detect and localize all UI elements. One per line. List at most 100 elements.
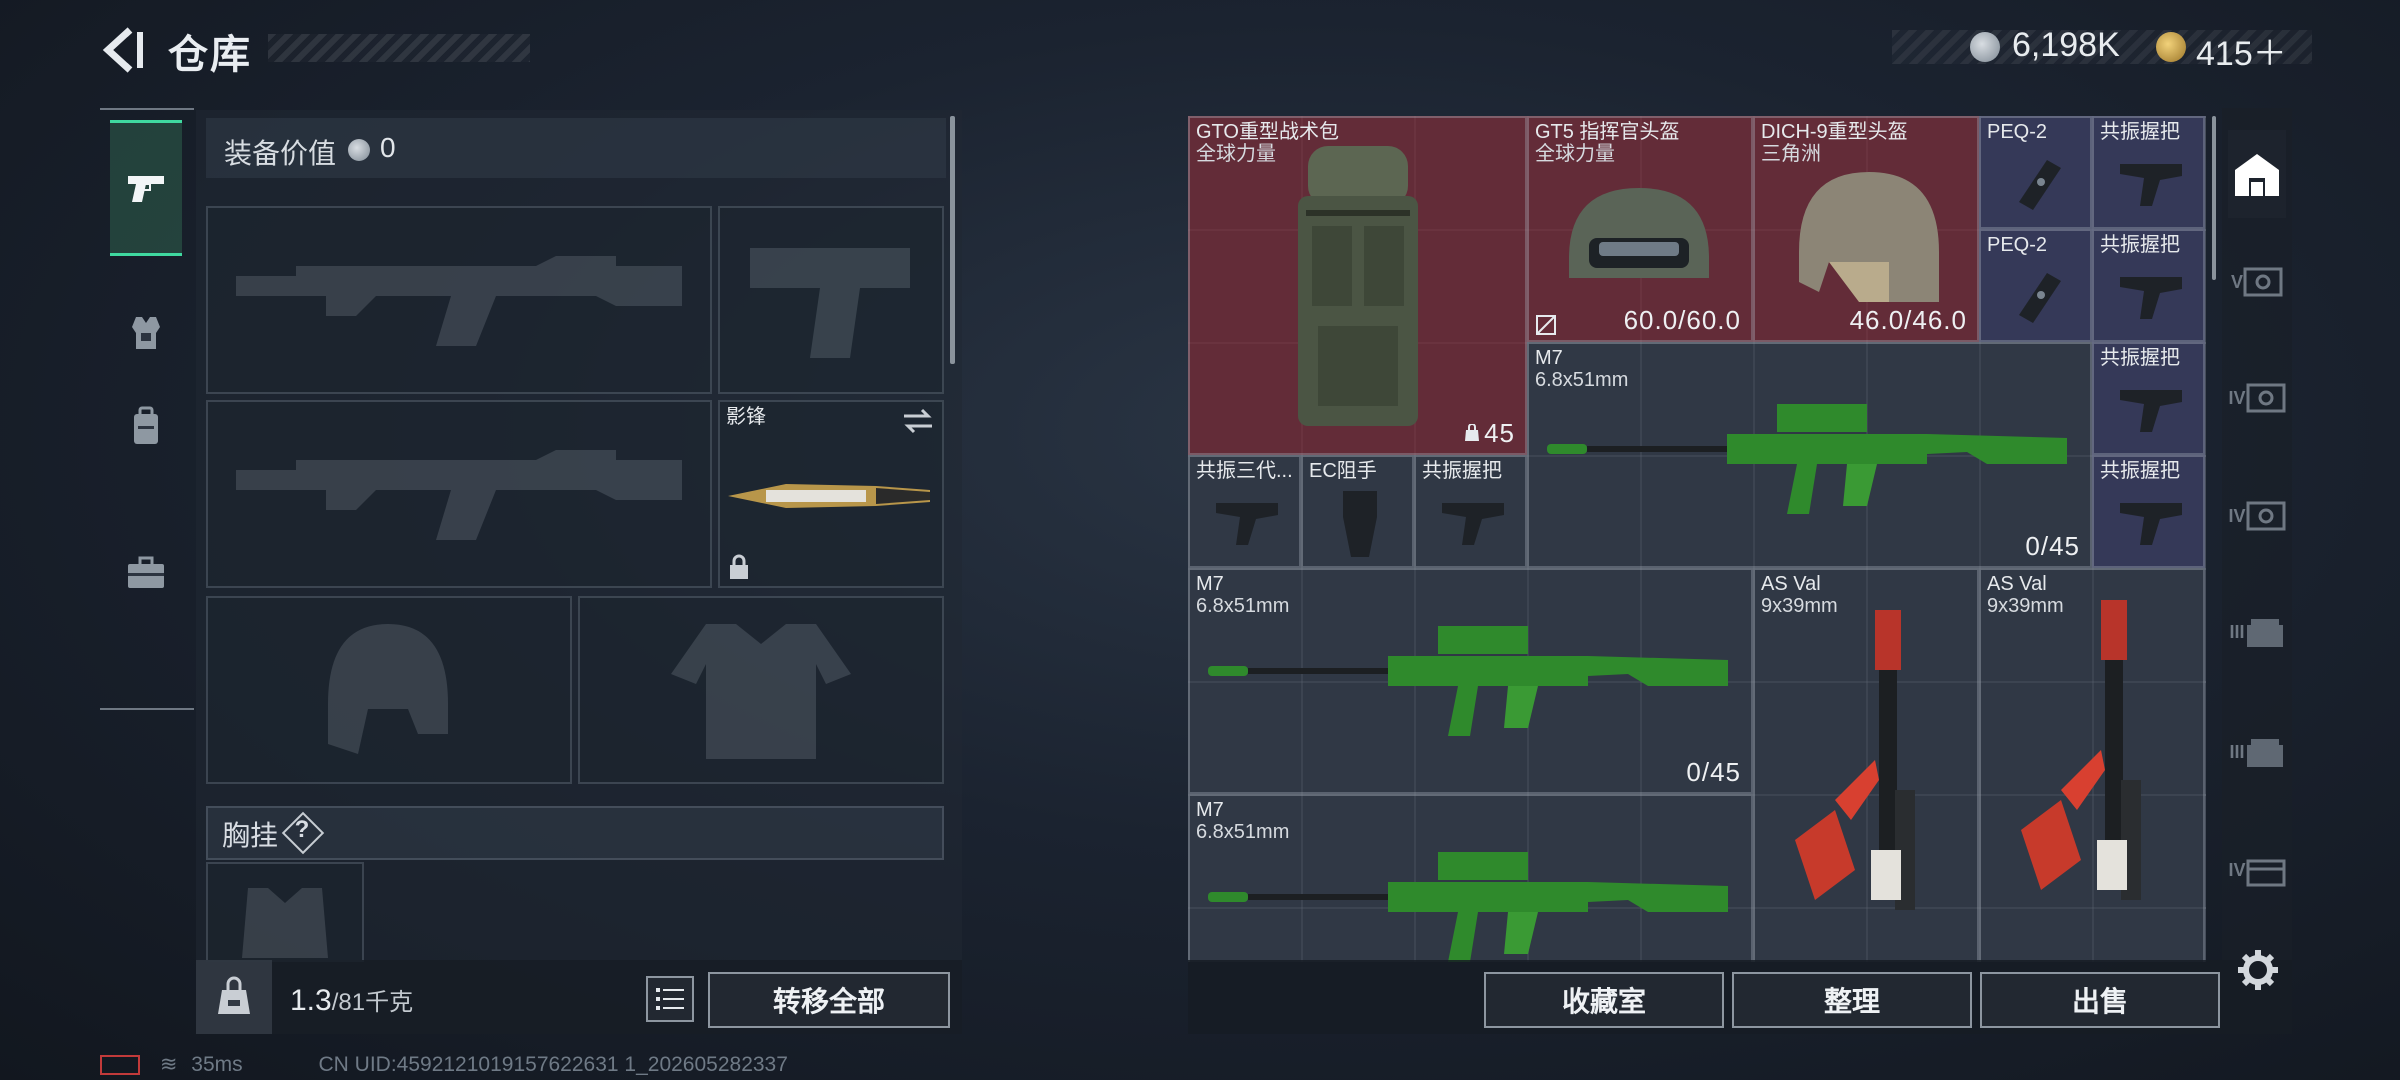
tier-label: III — [2229, 741, 2245, 762]
item-rifle-as-val[interactable]: AS Val 9x39mm — [1979, 568, 2205, 962]
item-ammo: 0/45 — [2025, 531, 2080, 561]
haf-coin-icon — [1970, 32, 2000, 62]
swap-icon[interactable] — [902, 408, 934, 434]
grip-image — [2120, 390, 2182, 432]
chest-rig-label: 胸挂 — [222, 820, 279, 851]
safe-icon — [2246, 501, 2285, 531]
transfer-all-button[interactable]: 转移全部 — [708, 972, 950, 1028]
melee-slot[interactable]: 影锋 — [718, 400, 944, 588]
backpack-image — [1298, 146, 1418, 426]
equipment-scrollbar[interactable] — [950, 116, 955, 364]
settings-button[interactable] — [2236, 948, 2280, 992]
item-sub: 全球力量 — [1196, 143, 1276, 165]
pistol-icon — [128, 176, 164, 202]
item-durability: 60.0/60.0 — [1623, 305, 1741, 335]
tab-filter-tier-iv[interactable]: IV — [2228, 354, 2286, 442]
item-grip[interactable]: 共振握把 — [2092, 229, 2205, 342]
handstop-image — [1343, 491, 1377, 557]
item-name: DICH-9重型头盔 — [1761, 121, 1908, 143]
tab-case[interactable] — [110, 508, 182, 638]
rifle-image — [1547, 404, 2067, 514]
item-grip[interactable]: 共振握把 — [2092, 342, 2205, 455]
item-rifle-m7[interactable]: M7 6.8x51mm — [1188, 794, 1753, 962]
wifi-icon: ≋ — [159, 1053, 178, 1076]
item-name: M7 — [1196, 573, 1224, 595]
item-helmet-dich9[interactable]: DICH-9重型头盔 三角洲 46.0/46.0 — [1753, 116, 1979, 342]
knife-image — [728, 484, 930, 508]
tab-filter-tier-iv[interactable]: IV — [2228, 472, 2286, 560]
sell-button[interactable]: 出售 — [1980, 972, 2220, 1028]
title-decoration — [268, 34, 530, 62]
item-rifle-as-val[interactable]: AS Val 9x39mm — [1753, 568, 1979, 962]
lock-icon — [730, 554, 748, 579]
crate-icon — [2246, 859, 2285, 887]
tab-filter-tier-iii[interactable]: III — [2228, 588, 2286, 676]
weight-icon-box — [196, 960, 272, 1034]
back-button[interactable] — [100, 22, 148, 78]
item-name: M7 — [1196, 799, 1224, 821]
equipment-value: 0 — [380, 132, 396, 163]
backpack-icon — [134, 406, 158, 444]
grip-image — [2120, 503, 2182, 545]
tier-label: IV — [2228, 859, 2246, 880]
storage-scrollbar[interactable] — [2212, 116, 2216, 280]
list-icon — [656, 988, 684, 1010]
status-bar: ≋ 35ms CN UID:4592121019157622631 1_2026… — [100, 1052, 788, 1077]
body-armor-slot[interactable] — [578, 596, 944, 784]
rifle-placeholder-icon — [236, 256, 682, 346]
tab-all-items[interactable] — [2228, 130, 2286, 218]
item-name: AS Val — [1987, 573, 2047, 595]
list-view-button[interactable] — [646, 976, 694, 1022]
grip-image — [2120, 277, 2182, 319]
gear-icon — [2238, 950, 2278, 990]
item-backpack[interactable]: GTO重型战术包 全球力量 45 — [1188, 116, 1527, 455]
secondary-weapon-slot[interactable] — [718, 206, 944, 394]
organize-button[interactable]: 整理 — [1732, 972, 1972, 1028]
item-helmet-gt5[interactable]: GT5 指挥官头盔 全球力量 60.0/60.0 — [1527, 116, 1753, 342]
item-peq2[interactable]: PEQ-2 — [1979, 229, 2092, 342]
item-name: 共振握把 — [2100, 347, 2180, 369]
grip-image — [2120, 164, 2182, 206]
item-grip[interactable]: 共振握把 — [2092, 116, 2205, 229]
item-grip[interactable]: 共振握把 — [2092, 455, 2205, 568]
tab-filter-tier-iv[interactable]: IV — [2228, 826, 2286, 914]
safe-icon — [2246, 383, 2285, 413]
rifle-image — [1208, 852, 1728, 962]
tab-filter-tier-iii[interactable]: III — [2228, 708, 2286, 796]
primary-weapon-slot[interactable] — [206, 206, 712, 394]
help-glyph: ? — [294, 816, 310, 843]
collection-room-button[interactable]: 收藏室 — [1484, 972, 1724, 1028]
secondary-rifle-slot[interactable] — [206, 400, 712, 588]
briefcase-icon — [128, 556, 164, 588]
helmet-image — [1569, 188, 1709, 278]
no-repair-icon — [1536, 315, 1556, 335]
tab-filter-tier-v[interactable]: V — [2228, 238, 2286, 326]
rifle-placeholder-icon — [236, 450, 682, 540]
item-name: AS Val — [1761, 573, 1821, 595]
item-rifle-m7[interactable]: M7 6.8x51mm 0/45 — [1188, 568, 1753, 794]
item-rifle-m7[interactable]: M7 6.8x51mm 0/45 — [1527, 342, 2092, 568]
helmet-slot[interactable] — [206, 596, 572, 784]
grip-image — [1216, 503, 1278, 545]
tier-label: IV — [2228, 387, 2246, 408]
divider — [100, 708, 194, 710]
rifle-image — [1208, 626, 1728, 736]
item-peq2[interactable]: PEQ-2 — [1979, 116, 2092, 229]
armor-vest-icon — [132, 317, 160, 349]
coupon-amount[interactable]: 415＋ — [2196, 26, 2287, 75]
coin-icon — [348, 139, 370, 161]
tab-weapons[interactable] — [110, 120, 182, 256]
chest-rig-slot[interactable] — [206, 862, 364, 962]
helmet-image — [1799, 172, 1939, 302]
capacity-icon — [1465, 424, 1479, 441]
carry-weight: 1.3/81千克 — [290, 982, 413, 1018]
tab-backpack[interactable] — [110, 362, 182, 492]
laser-module-image — [2019, 273, 2061, 323]
item-grip[interactable]: 共振握把 — [1414, 455, 1527, 568]
money-amount[interactable]: 6,198K — [2012, 26, 2120, 65]
item-resonance-attachment[interactable]: 共振三代... — [1188, 455, 1301, 568]
item-name: 共振三代... — [1196, 460, 1293, 482]
weight-current: 1.3 — [290, 984, 332, 1017]
divider — [100, 108, 194, 110]
item-ec-stopper[interactable]: EC阻手 — [1301, 455, 1414, 568]
